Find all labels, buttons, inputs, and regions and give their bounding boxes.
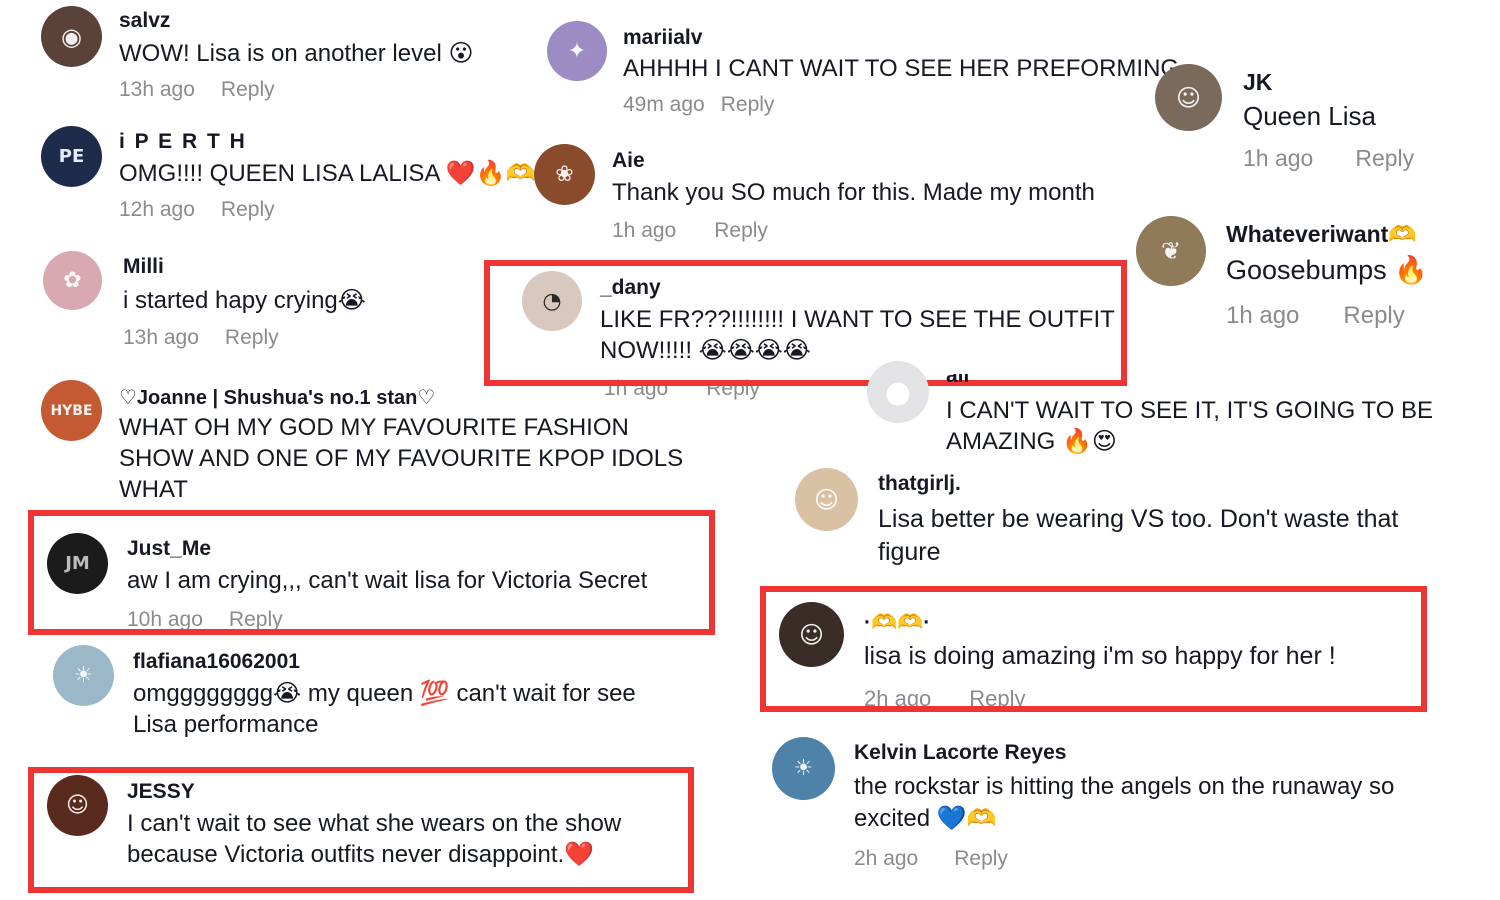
- timestamp: 12h ago: [119, 198, 195, 221]
- username[interactable]: Milli: [123, 255, 164, 279]
- avatar[interactable]: ●: [867, 361, 929, 423]
- avatar[interactable]: ✿: [43, 251, 102, 310]
- username[interactable]: ♡Joanne | Shushua's no.1 stan♡: [119, 385, 435, 410]
- username[interactable]: Whateveriwant🫶: [1226, 221, 1417, 248]
- comment-text: lisa is doing amazing i'm so happy for h…: [864, 642, 1336, 670]
- comment-text-line: I can't wait to see what she wears on th…: [127, 810, 622, 837]
- username[interactable]: salvz: [119, 9, 170, 33]
- comment-text: aw I am crying,,, can't wait lisa for Vi…: [127, 567, 648, 594]
- username[interactable]: _dany: [600, 276, 661, 300]
- timestamp: 2h ago: [864, 686, 932, 711]
- comment-meta: 13h ago Reply: [123, 326, 279, 350]
- comment-text-line: because Victoria outfits never disappoin…: [127, 841, 595, 868]
- timestamp: 1h ago: [604, 377, 669, 400]
- avatar[interactable]: ☀: [772, 737, 835, 800]
- reply-button[interactable]: Reply: [221, 78, 275, 101]
- comment-meta: 1h ago Reply: [604, 377, 760, 401]
- comment-text-line: figure: [878, 538, 941, 566]
- timestamp: 2h ago: [854, 847, 919, 870]
- username[interactable]: mariialv: [623, 26, 702, 50]
- comment-meta: 12h ago Reply: [119, 198, 275, 222]
- reply-button[interactable]: Reply: [225, 326, 279, 349]
- comment-text-line: NOW!!!!! 😭😭😭😭: [600, 337, 811, 364]
- comment-text: WOW! Lisa is on another level 😮: [119, 40, 474, 67]
- comment-text: Goosebumps 🔥: [1226, 255, 1428, 285]
- avatar[interactable]: ❦: [1136, 216, 1206, 286]
- username[interactable]: JK: [1243, 69, 1272, 96]
- avatar[interactable]: PE: [41, 126, 102, 187]
- comment-text: OMG!!!! QUEEN LISA LALISA ❤️🔥🫶: [119, 160, 536, 187]
- username[interactable]: thatgirlj.: [878, 472, 961, 496]
- comment-text-line: Lisa performance: [133, 711, 319, 738]
- comment-text: Queen Lisa: [1243, 101, 1376, 131]
- avatar[interactable]: ✦: [547, 21, 607, 81]
- reply-button[interactable]: Reply: [969, 686, 1025, 711]
- avatar[interactable]: ☺: [795, 468, 858, 531]
- timestamp: 1h ago: [1243, 145, 1314, 171]
- timestamp: 1h ago: [612, 219, 677, 242]
- username[interactable]: flafiana16062001: [133, 650, 300, 674]
- username[interactable]: JESSY: [127, 780, 195, 804]
- comment-text: Thank you SO much for this. Made my mont…: [612, 179, 1095, 206]
- comment-text-line: WHAT: [119, 476, 188, 503]
- username[interactable]: Kelvin Lacorte Reyes: [854, 741, 1066, 765]
- avatar[interactable]: ❀: [534, 144, 595, 205]
- comment-meta: 49m ago Reply: [623, 93, 774, 117]
- comment-text-line: AMAZING 🔥😍: [946, 428, 1117, 455]
- avatar[interactable]: ☺: [779, 602, 844, 667]
- avatar[interactable]: ◉: [41, 6, 102, 67]
- reply-button[interactable]: Reply: [221, 198, 275, 221]
- username[interactable]: ·🫶🫶·: [864, 611, 930, 635]
- timestamp: 13h ago: [123, 326, 199, 349]
- comment-text: i started hapy crying😭: [123, 287, 366, 314]
- comment-text-line: SHOW AND ONE OF MY FAVOURITE KPOP IDOLS: [119, 445, 684, 472]
- comment-text: AHHHH I CANT WAIT TO SEE HER PREFORMING: [623, 55, 1180, 82]
- comment-text-line: WHAT OH MY GOD MY FAVOURITE FASHION: [119, 414, 629, 441]
- reply-button[interactable]: Reply: [714, 219, 768, 242]
- comment-text-line: I CAN'T WAIT TO SEE IT, IT'S GOING TO BE: [946, 397, 1434, 424]
- avatar[interactable]: ☺: [47, 775, 108, 836]
- comment-text-line: excited 💙🫶: [854, 805, 997, 832]
- reply-button[interactable]: Reply: [721, 93, 775, 116]
- clip-mask: [940, 363, 1000, 374]
- reply-button[interactable]: Reply: [706, 377, 760, 400]
- timestamp: 1h ago: [1226, 302, 1300, 329]
- reply-button[interactable]: Reply: [954, 847, 1008, 870]
- timestamp: 13h ago: [119, 78, 195, 101]
- username[interactable]: Aie: [612, 149, 645, 173]
- username[interactable]: Just_Me: [127, 537, 211, 561]
- comment-meta: 13h ago Reply: [119, 78, 275, 102]
- reply-button[interactable]: Reply: [229, 608, 283, 631]
- comment-meta: 1h ago Reply: [1226, 302, 1405, 330]
- comment-meta: 10h ago Reply: [127, 608, 283, 632]
- comment-meta: 1h ago Reply: [1243, 145, 1414, 172]
- avatar[interactable]: JM: [47, 533, 108, 594]
- comment-text-line: the rockstar is hitting the angels on th…: [854, 773, 1395, 800]
- comment-meta: 2h ago Reply: [864, 686, 1026, 712]
- avatar[interactable]: ◔: [522, 271, 582, 331]
- avatar[interactable]: HYBE: [41, 380, 102, 441]
- reply-button[interactable]: Reply: [1355, 145, 1414, 171]
- comment-text-line: Lisa better be wearing VS too. Don't was…: [878, 505, 1399, 533]
- avatar[interactable]: ☺: [1155, 64, 1222, 131]
- timestamp: 10h ago: [127, 608, 203, 631]
- username[interactable]: i P E R T H: [119, 130, 247, 154]
- avatar[interactable]: ☀: [53, 645, 114, 706]
- timestamp: 49m ago: [623, 93, 705, 116]
- comment-meta: 2h ago Reply: [854, 847, 1008, 871]
- comment-text-line: LIKE FR???!!!!!!!! I WANT TO SEE THE OUT…: [600, 306, 1115, 333]
- reply-button[interactable]: Reply: [1343, 302, 1404, 329]
- comment-meta: 1h ago Reply: [612, 219, 768, 243]
- comment-text-line: omgggggggg😭 my queen 💯 can't wait for se…: [133, 680, 636, 707]
